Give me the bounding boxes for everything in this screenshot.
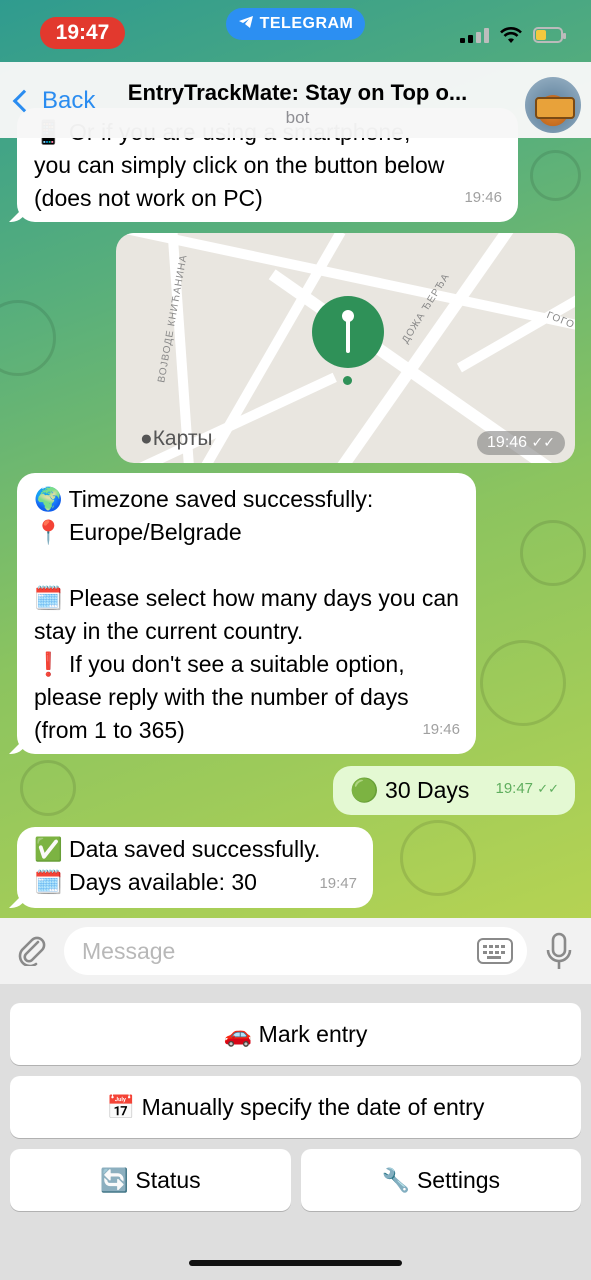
maps-attribution: ●Карты: [140, 427, 213, 450]
message-time: 19:46: [464, 189, 502, 206]
battery-icon: [533, 27, 566, 43]
avatar[interactable]: [525, 77, 581, 133]
manual-date-button[interactable]: 📅 Manually specify the date of entry: [10, 1076, 581, 1138]
message-time: 19:47: [319, 875, 357, 892]
message-time: 19:46 ✓✓: [477, 431, 565, 455]
location-point: [343, 376, 352, 385]
status-button[interactable]: 🔄 Status: [10, 1149, 291, 1211]
chevron-left-icon: [12, 89, 36, 113]
read-check-icon: ✓✓: [531, 434, 555, 450]
status-bar: 19:47 TELEGRAM: [0, 0, 591, 62]
status-label: 🔄 Status: [100, 1166, 201, 1193]
settings-label: 🔧 Settings: [381, 1166, 501, 1193]
message-placeholder: Message: [82, 938, 176, 964]
clock: 19:47: [40, 17, 125, 49]
location-map[interactable]: ВОЈВОДЕ КНИЋАНИНА ДОЖА ЂЕРЂА ГОГО ●Карты…: [116, 233, 575, 463]
chat-title: EntryTrackMate: Stay on Top o...: [127, 80, 468, 105]
message-text: 🌍 Timezone saved successfully: 📍 Europe/…: [34, 486, 459, 743]
back-label: Back: [42, 87, 96, 114]
home-indicator[interactable]: [189, 1260, 402, 1266]
message-time: 19:46: [422, 721, 460, 738]
back-button[interactable]: Back: [12, 87, 95, 115]
apple-logo-icon: ●: [140, 427, 153, 450]
message-text: you can simply click on the button below…: [34, 152, 445, 211]
message-bubble: ✅ Data saved successfully. 🗓️ Days avail…: [17, 827, 373, 908]
wifi-icon: [500, 27, 522, 43]
read-check-icon: ✓✓: [537, 781, 559, 796]
mark-entry-label: 🚗 Mark entry: [223, 1020, 368, 1047]
message-text: ✅ Data saved successfully. 🗓️ Days avail…: [34, 836, 321, 895]
outgoing-message-bubble: 🟢 30 Days 19:47 ✓✓: [333, 766, 575, 815]
settings-button[interactable]: 🔧 Settings: [301, 1149, 581, 1211]
bot-keyboard-icon[interactable]: [477, 938, 513, 964]
chat-header: Back EntryTrackMate: Stay on Top o... bo…: [0, 62, 591, 138]
attach-icon[interactable]: [16, 934, 46, 966]
mark-entry-button[interactable]: 🚗 Mark entry: [10, 1003, 581, 1065]
cellular-signal-icon: [460, 27, 489, 43]
manual-date-label: 📅 Manually specify the date of entry: [106, 1093, 485, 1120]
chat-subtitle: bot: [285, 108, 310, 127]
message-input[interactable]: Message: [64, 927, 527, 975]
telegram-label: TELEGRAM: [259, 15, 354, 32]
telegram-send-icon: [238, 15, 254, 34]
message-time: 19:47 ✓✓: [495, 780, 559, 797]
location-pin-icon: [312, 296, 384, 368]
message-input-bar: Message: [0, 918, 591, 984]
message-bubble: 🌍 Timezone saved successfully: 📍 Europe/…: [17, 473, 476, 754]
chat-title-block[interactable]: EntryTrackMate: Stay on Top o... bot: [100, 80, 495, 128]
telegram-pill[interactable]: TELEGRAM: [226, 8, 365, 40]
microphone-icon[interactable]: [545, 932, 573, 972]
